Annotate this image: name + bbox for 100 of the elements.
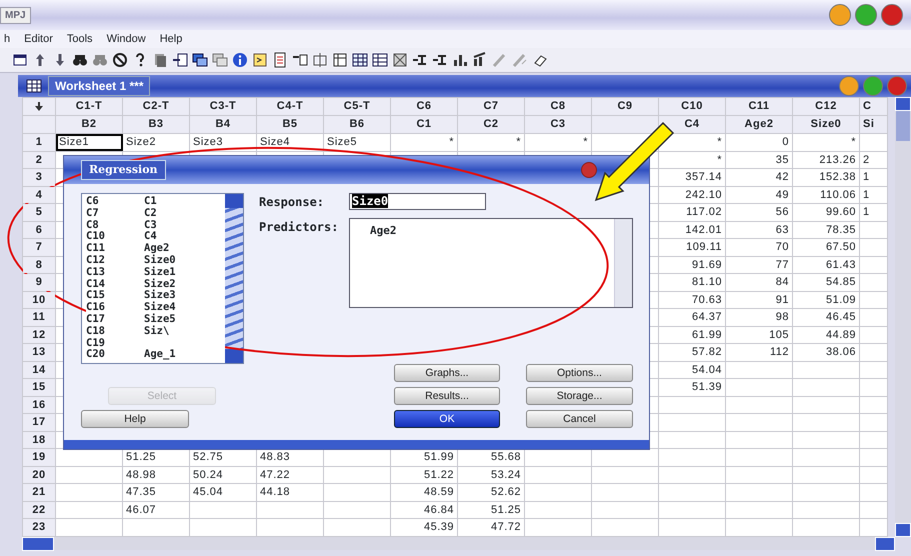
menu-item[interactable]: Editor	[24, 30, 53, 48]
table-cell[interactable]: 98	[726, 308, 792, 326]
table-cell[interactable]: 38.06	[792, 344, 860, 361]
report-icon[interactable]	[272, 52, 288, 68]
crossed-sheet-icon[interactable]	[392, 52, 408, 68]
table-cell[interactable]: 78.35	[792, 221, 860, 238]
table-cell[interactable]: 91	[726, 291, 792, 308]
variable-list[interactable]: C6 C1 C7 C2 C8 C3 C10 C4 C11 Age2 C12 Size0 C13 Size1 C14 Size2 C15 Size3 C16 Size4 C17 Size5 C18 Siz\ C19 C20 Age_1	[81, 193, 244, 364]
table-cell[interactable]: 110.06	[792, 186, 860, 204]
table-cell[interactable]: 142.01	[658, 221, 726, 238]
table-cell[interactable]: 48.98	[122, 466, 190, 484]
table-cell[interactable]: 1	[860, 204, 888, 221]
column-name[interactable]: C1	[390, 116, 458, 134]
table-cell[interactable]: 0	[726, 134, 792, 151]
window-icon[interactable]	[12, 52, 28, 68]
table-cell[interactable]: 51.22	[390, 466, 458, 484]
table-cell[interactable]: 44.18	[256, 484, 324, 501]
pages-icon[interactable]	[152, 52, 168, 68]
table-cell[interactable]: 51.25	[458, 501, 524, 518]
table-cell[interactable]: 81.10	[658, 274, 726, 291]
table-cell[interactable]: 99.60	[792, 204, 860, 221]
table-cell[interactable]: 54.04	[658, 361, 726, 378]
table-cell[interactable]: 56	[726, 204, 792, 221]
menu-item[interactable]: Tools	[66, 30, 93, 48]
table-cell[interactable]: *	[524, 134, 592, 151]
dialog-button[interactable]: Results...	[394, 387, 500, 405]
table-cell[interactable]: 91.69	[658, 256, 726, 274]
table-cell[interactable]: 213.26	[792, 151, 860, 168]
column-name[interactable]: B3	[122, 116, 190, 134]
horizontal-scrollbar[interactable]	[22, 537, 895, 550]
table-cell[interactable]: 54.85	[792, 274, 860, 291]
table-cell[interactable]: 152.38	[792, 168, 860, 186]
table-cell[interactable]: 46.45	[792, 308, 860, 326]
table-cell[interactable]: 112	[726, 344, 792, 361]
table-cell[interactable]: 46.07	[122, 501, 190, 518]
table-cell[interactable]: 51.09	[792, 291, 860, 308]
table-cell[interactable]: 47.72	[458, 518, 524, 536]
table-cell[interactable]: 1	[860, 186, 888, 204]
table-cell[interactable]: 63	[726, 221, 792, 238]
table-cell[interactable]: 61.43	[792, 256, 860, 274]
table-cell[interactable]: 51.39	[658, 378, 726, 396]
info-icon[interactable]	[232, 52, 248, 68]
column-name[interactable]: B4	[190, 116, 256, 134]
bracket-icon[interactable]	[412, 52, 428, 68]
table-cell[interactable]: 67.50	[792, 238, 860, 256]
table-cell[interactable]: Size2	[122, 134, 190, 151]
scroll-up-button[interactable]	[895, 97, 911, 111]
arrow-sheet-icon[interactable]	[292, 52, 308, 68]
menu-item[interactable]: h	[4, 30, 10, 48]
arrow-sheet-icon[interactable]	[172, 52, 188, 68]
column-name[interactable]: B6	[324, 116, 390, 134]
table-cell[interactable]: 45.04	[190, 484, 256, 501]
table-cell[interactable]: 47.22	[256, 466, 324, 484]
predictors-field[interactable]: Age2	[349, 218, 633, 308]
table-cell[interactable]: 77	[726, 256, 792, 274]
list-scrollbar[interactable]	[225, 194, 243, 363]
windows-icon[interactable]	[192, 52, 208, 68]
table-cell[interactable]: Size4	[256, 134, 324, 151]
scroll-thumb[interactable]	[896, 111, 910, 141]
minimize-button[interactable]	[829, 4, 851, 26]
grid-icon[interactable]	[372, 52, 388, 68]
menu-item[interactable]: Help	[160, 30, 182, 48]
bar-chart-icon[interactable]	[472, 52, 488, 68]
table-cell[interactable]: 242.10	[658, 186, 726, 204]
column-name[interactable]: Si	[860, 116, 888, 134]
table-cell[interactable]: 45.39	[390, 518, 458, 536]
table-cell[interactable]: *	[792, 134, 860, 151]
scroll-right-button[interactable]	[875, 537, 895, 551]
down-arrow-icon[interactable]	[35, 102, 43, 111]
table-cell[interactable]: 1	[860, 168, 888, 186]
table-cell[interactable]: 105	[726, 326, 792, 344]
scroll-down-button[interactable]	[895, 523, 911, 537]
note-icon[interactable]	[252, 52, 268, 68]
table-cell[interactable]: 70	[726, 238, 792, 256]
table-cell[interactable]: 64.37	[658, 308, 726, 326]
bracket-icon[interactable]	[432, 52, 448, 68]
table-cell[interactable]: *	[658, 151, 726, 168]
dialog-button[interactable]: Cancel	[526, 410, 633, 428]
list-item[interactable]: C19	[86, 338, 225, 350]
column-name[interactable]: B2	[56, 116, 122, 134]
close-button[interactable]	[881, 4, 903, 26]
table-cell[interactable]: 117.02	[658, 204, 726, 221]
table-cell[interactable]: 35	[726, 151, 792, 168]
dialog-button[interactable]: Storage...	[526, 387, 633, 405]
table-cell[interactable]: *	[390, 134, 458, 151]
dialog-button[interactable]: Help	[81, 410, 189, 428]
column-name[interactable]: B5	[256, 116, 324, 134]
table-cell[interactable]: *	[458, 134, 524, 151]
column-name[interactable]: Age2	[726, 116, 792, 134]
layout-icon[interactable]	[312, 52, 328, 68]
table-cell[interactable]: 109.11	[658, 238, 726, 256]
table-cell[interactable]: 44.89	[792, 326, 860, 344]
table-cell[interactable]: 46.84	[390, 501, 458, 518]
table-cell[interactable]: 53.24	[458, 466, 524, 484]
table-cell[interactable]: Size5	[324, 134, 390, 151]
table-cell[interactable]: 47.35	[122, 484, 190, 501]
bar-chart-icon[interactable]	[452, 52, 468, 68]
table-cell[interactable]: 48.59	[390, 484, 458, 501]
column-name[interactable]: Size0	[792, 116, 860, 134]
column-name[interactable]: C3	[524, 116, 592, 134]
